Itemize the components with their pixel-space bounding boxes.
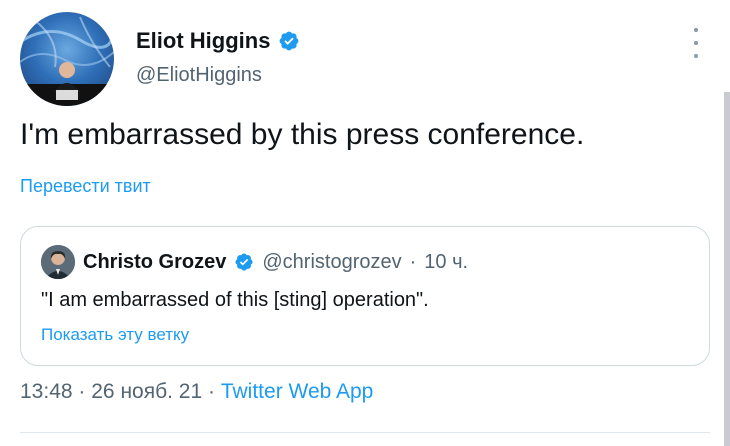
quoted-author-handle[interactable]: @christogrozev — [262, 251, 401, 274]
tweet-date[interactable]: 26 нояб. 21 — [91, 380, 202, 403]
scrollbar[interactable] — [724, 92, 730, 446]
divider — [20, 432, 710, 433]
translate-tweet-link[interactable]: Перевести твит — [20, 176, 151, 197]
separator-dot: · — [208, 380, 215, 403]
more-dot — [694, 54, 698, 58]
quoted-author-name[interactable]: Christo Grozev — [83, 251, 226, 274]
source-app-link[interactable]: Twitter Web App — [221, 380, 374, 403]
tweet-footer: 13:48 · 26 нояб. 21 · Twitter Web App — [20, 380, 373, 404]
quoted-tweet-text: "I am embarrassed of this [sting] operat… — [41, 289, 429, 311]
more-options-icon[interactable] — [686, 28, 706, 58]
tweet-time[interactable]: 13:48 — [20, 380, 73, 403]
author-avatar[interactable] — [20, 12, 114, 106]
separator-dot: · — [409, 250, 417, 273]
author-name-row: Eliot Higgins — [136, 28, 300, 54]
quoted-tweet-header: Christo Grozev @christogrozev · 10 ч. — [41, 245, 468, 279]
tweet-text: I'm embarrassed by this press conference… — [20, 118, 585, 151]
verified-badge-icon — [235, 253, 253, 271]
show-thread-link[interactable]: Показать эту ветку — [41, 325, 189, 345]
quoted-avatar-photo — [41, 245, 75, 279]
quoted-tweet-time[interactable]: 10 ч. — [424, 251, 468, 274]
quoted-tweet-card[interactable]: Christo Grozev @christogrozev · 10 ч. "I… — [20, 226, 710, 366]
separator-dot: · — [78, 380, 86, 403]
quoted-author-avatar[interactable] — [41, 245, 75, 279]
more-dot — [694, 28, 698, 32]
avatar-photo — [20, 16, 114, 106]
author-handle[interactable]: @EliotHiggins — [136, 64, 262, 87]
verified-badge-icon — [280, 31, 299, 51]
more-dot — [694, 41, 698, 45]
author-name[interactable]: Eliot Higgins — [136, 28, 270, 54]
